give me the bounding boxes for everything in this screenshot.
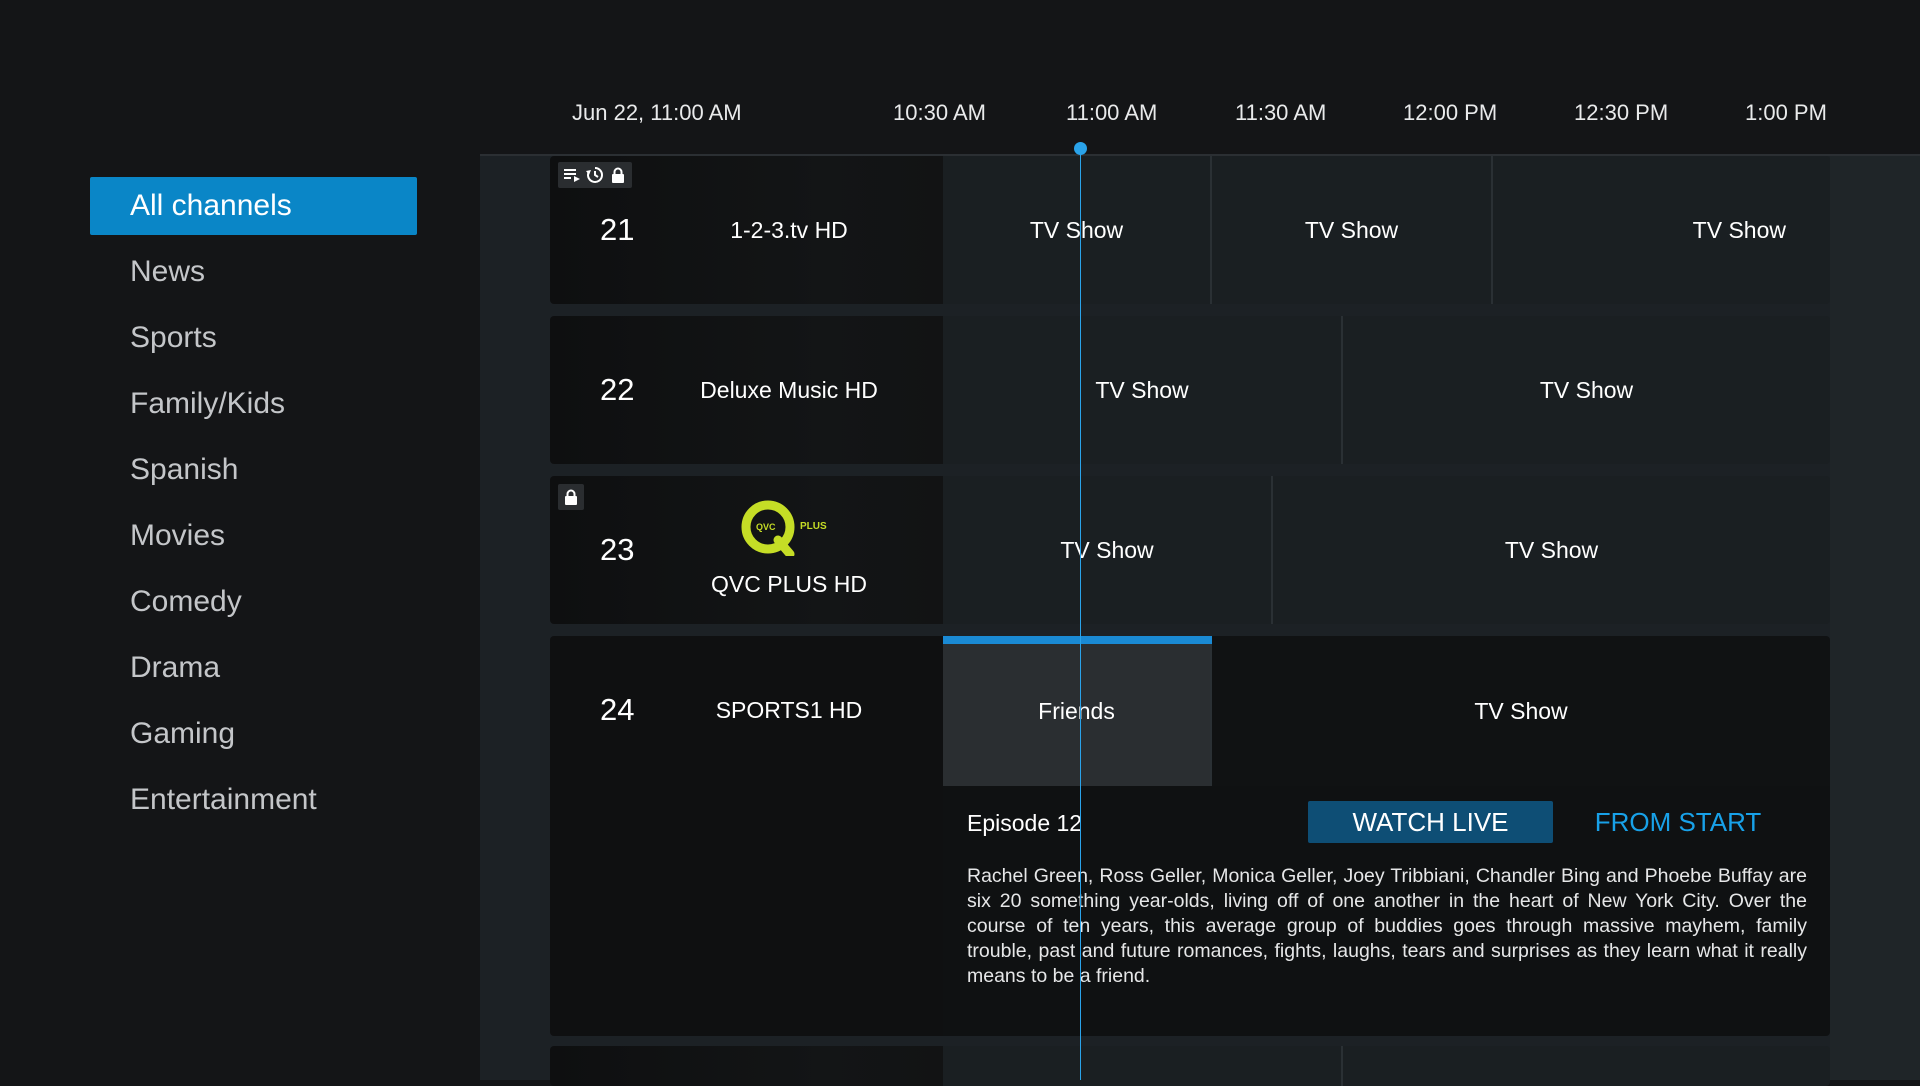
time-slot: 12:30 PM bbox=[1574, 100, 1669, 125]
episode-title: Episode 12 bbox=[967, 810, 1083, 836]
program-cell[interactable]: TV Show bbox=[1343, 316, 1830, 464]
channel-name: 1-2-3.tv HD bbox=[730, 217, 848, 243]
program-track bbox=[943, 1046, 1830, 1086]
channel-cell[interactable]: 24 SPORTS1 HD bbox=[550, 636, 943, 1036]
channel-cell[interactable]: 22 Deluxe Music HD bbox=[550, 316, 943, 464]
time-slot: 11:00 AM bbox=[1066, 100, 1158, 125]
history-icon bbox=[586, 166, 604, 184]
category-all-channels[interactable]: All channels bbox=[90, 177, 417, 235]
program-details: Episode 12 WATCH LIVE FROM START Rachel … bbox=[943, 786, 1830, 1036]
category-list: All channels News Sports Family/Kids Spa… bbox=[90, 177, 417, 837]
from-start-button[interactable]: FROM START bbox=[1583, 801, 1773, 843]
channel-number: 21 bbox=[600, 212, 635, 247]
program-cell[interactable]: TV Show bbox=[1273, 476, 1830, 624]
program-cell[interactable]: TV Show bbox=[1212, 156, 1493, 304]
channel-number: 22 bbox=[600, 372, 635, 407]
program-track: TV Show TV Show bbox=[943, 316, 1830, 464]
program-cell[interactable]: TV Show bbox=[1212, 636, 1830, 786]
current-time-line bbox=[1080, 150, 1081, 1080]
lock-icon bbox=[609, 166, 627, 184]
category-news[interactable]: News bbox=[90, 243, 417, 301]
channel-name: SPORTS1 HD bbox=[715, 697, 863, 723]
program-progress-bar bbox=[943, 636, 1212, 644]
channel-name: Deluxe Music HD bbox=[700, 377, 878, 403]
channel-row[interactable]: 22 Deluxe Music HD TV Show TV Show bbox=[550, 316, 1830, 464]
program-synopsis: Rachel Green, Ross Geller, Monica Geller… bbox=[967, 865, 1807, 987]
channel-number: 23 bbox=[600, 532, 635, 567]
timeline-header bbox=[480, 0, 1920, 155]
program-track: TV Show TV Show bbox=[943, 476, 1830, 624]
channel-name: QVC PLUS HD bbox=[711, 571, 867, 597]
category-sports[interactable]: Sports bbox=[90, 309, 417, 367]
program-cell[interactable] bbox=[943, 1046, 1343, 1086]
channel-row[interactable]: 23 QVC PLUS QVC PLUS HD TV Show TV Show bbox=[550, 476, 1830, 624]
program-cell[interactable]: TV Show bbox=[943, 476, 1273, 624]
current-date-time: Jun 22, 11:00 AM bbox=[572, 100, 742, 125]
program-track: TV Show TV Show TV Show bbox=[943, 156, 1830, 304]
channel-row[interactable] bbox=[550, 1046, 1830, 1086]
guide-edge bbox=[1830, 156, 1920, 1080]
time-slot: 11:30 AM bbox=[1235, 100, 1327, 125]
time-slot: 1:00 PM bbox=[1745, 100, 1827, 125]
program-cell[interactable]: TV Show bbox=[943, 156, 1212, 304]
program-cell[interactable]: TV Show bbox=[943, 316, 1343, 464]
channel-cell[interactable]: 21 1-2-3.tv HD bbox=[550, 156, 943, 304]
channel-cell[interactable] bbox=[550, 1046, 943, 1086]
program-cell-selected[interactable]: Friends bbox=[943, 636, 1212, 786]
category-comedy[interactable]: Comedy bbox=[90, 573, 417, 631]
category-spanish[interactable]: Spanish bbox=[90, 441, 417, 499]
channel-row-expanded[interactable]: 24 SPORTS1 HD Friends TV Show Episode 12… bbox=[550, 636, 1830, 1036]
qvc-plus-logo: QVC PLUS bbox=[740, 500, 840, 559]
time-slot: 10:30 AM bbox=[893, 100, 986, 125]
logo-plus-text: PLUS bbox=[800, 521, 827, 532]
category-gaming[interactable]: Gaming bbox=[90, 705, 417, 763]
category-entertainment[interactable]: Entertainment bbox=[90, 771, 417, 829]
channel-cell[interactable]: 23 QVC PLUS QVC PLUS HD bbox=[550, 476, 943, 624]
channel-status-icons bbox=[558, 162, 632, 188]
category-sidebar: All channels News Sports Family/Kids Spa… bbox=[0, 0, 480, 1080]
program-cell[interactable]: TV Show bbox=[1493, 156, 1830, 304]
category-family-kids[interactable]: Family/Kids bbox=[90, 375, 417, 433]
lock-icon bbox=[562, 488, 580, 506]
list-icon bbox=[563, 166, 581, 184]
watch-live-button[interactable]: WATCH LIVE bbox=[1308, 801, 1553, 843]
channel-status-icons bbox=[558, 484, 584, 510]
logo-q-text: QVC bbox=[756, 522, 776, 532]
channel-row[interactable]: 21 1-2-3.tv HD TV Show TV Show TV Show bbox=[550, 156, 1830, 304]
category-movies[interactable]: Movies bbox=[90, 507, 417, 565]
program-track: Friends TV Show bbox=[943, 636, 1830, 786]
category-drama[interactable]: Drama bbox=[90, 639, 417, 697]
channel-number: 24 bbox=[600, 692, 635, 727]
current-time-marker bbox=[1074, 142, 1087, 155]
time-slot: 12:00 PM bbox=[1403, 100, 1498, 125]
